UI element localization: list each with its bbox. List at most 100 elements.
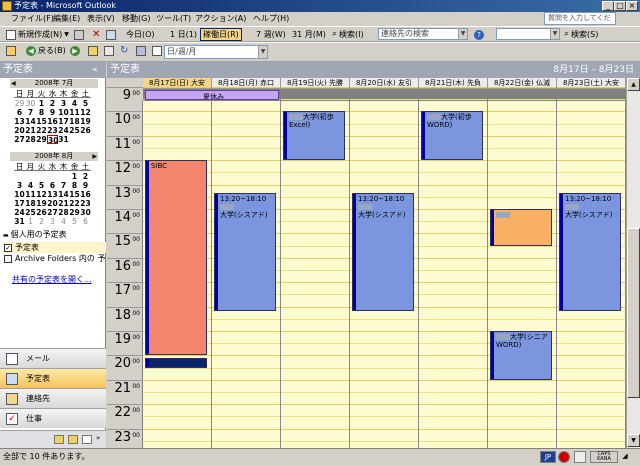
mini-calendar-day[interactable]: 25: [25, 208, 36, 217]
event-thursday[interactable]: 大学(初歩WORD): [421, 111, 483, 161]
mini-calendar-day[interactable]: 9: [47, 108, 58, 117]
mini-calendar-day[interactable]: 26: [80, 126, 91, 135]
mini-calendar-day[interactable]: 5: [36, 181, 47, 190]
back-button[interactable]: ◀ 戻る(B): [24, 44, 68, 57]
menu-help[interactable]: ヘルプ(H): [250, 13, 292, 25]
mini-calendar-day[interactable]: 23: [80, 199, 91, 208]
scroll-down-icon[interactable]: ▼: [627, 434, 640, 447]
minimize-button[interactable]: _: [602, 1, 614, 11]
mini-calendar-day[interactable]: 17: [58, 117, 69, 126]
mini-calendar-day[interactable]: 27: [14, 135, 25, 144]
menu-tools[interactable]: ツール(T): [153, 13, 194, 25]
mini-calendar-day[interactable]: 6: [14, 108, 25, 117]
mini-calendar-day[interactable]: 3: [47, 217, 58, 226]
mini-calendar-day[interactable]: 20: [47, 199, 58, 208]
nav-contacts-button[interactable]: 連絡先: [0, 388, 106, 408]
mini-calendar-day[interactable]: 1: [25, 217, 36, 226]
mini-calendar-day[interactable]: 9: [80, 181, 91, 190]
today-button[interactable]: 今日(O): [124, 28, 157, 41]
nav-calendar-button[interactable]: 予定表: [0, 368, 106, 388]
ime-indicator[interactable]: JP: [540, 451, 556, 463]
mini-calendar-day[interactable]: 21: [58, 199, 69, 208]
next-month-icon[interactable]: ▶: [92, 152, 97, 161]
event-wednesday[interactable]: 13:20~18:10 大学(シスアド): [352, 192, 414, 311]
mini-calendar-day[interactable]: 7: [58, 181, 69, 190]
mini-calendar-day[interactable]: 11: [25, 190, 36, 199]
mini-calendar-day[interactable]: [14, 172, 25, 181]
mini-calendar-day[interactable]: 29: [36, 135, 47, 144]
mini-calendar-day[interactable]: 8: [36, 108, 47, 117]
mini-calendar-day[interactable]: 10: [14, 190, 25, 199]
open-shared-calendar-link[interactable]: 共有の予定表を開く...: [12, 274, 92, 285]
event-friday-orange[interactable]: [490, 209, 552, 246]
forward-button[interactable]: ▶: [68, 44, 82, 57]
scroll-thumb[interactable]: [627, 228, 640, 398]
scroll-up-icon[interactable]: ▲: [627, 78, 640, 91]
nav-tasks-button[interactable]: ✓ 仕事: [0, 408, 106, 428]
mini-calendar-day[interactable]: 15: [69, 190, 80, 199]
search-button[interactable]: ⌕ 検索(S): [562, 28, 600, 41]
address-icon-button[interactable]: [150, 44, 164, 57]
ime-pad-icon[interactable]: [574, 451, 586, 463]
mini-calendar-day[interactable]: [47, 172, 58, 181]
mini-calendar-day[interactable]: [36, 172, 47, 181]
help-button[interactable]: ?: [472, 28, 486, 41]
find-button[interactable]: ⌕ 検索(I): [330, 28, 366, 41]
mini-calendar-day[interactable]: 5: [69, 217, 80, 226]
mini-calendar-day[interactable]: 4: [58, 217, 69, 226]
mini-calendar-day[interactable]: 27: [47, 208, 58, 217]
mini-calendar-day[interactable]: [80, 135, 91, 144]
stop-button[interactable]: [102, 44, 116, 57]
menu-go[interactable]: 移動(G): [119, 13, 153, 25]
my-calendars-header[interactable]: ▬ 個人用の予定表: [3, 229, 103, 240]
mini-calendar-day[interactable]: 2: [80, 172, 91, 181]
mini-calendar-day[interactable]: 29: [69, 208, 80, 217]
search-box[interactable]: ▼: [496, 28, 560, 40]
shortcuts-icon[interactable]: [82, 435, 92, 444]
mini-calendar-day[interactable]: [58, 172, 69, 181]
mini-calendar-day[interactable]: 4: [25, 181, 36, 190]
month-view-button[interactable]: 31 月(M): [290, 28, 328, 41]
folder-list-icon[interactable]: [68, 435, 78, 444]
mini-calendar-day[interactable]: 24: [58, 126, 69, 135]
mini-calendar-day[interactable]: 8: [69, 181, 80, 190]
mini-calendar-day[interactable]: 12: [80, 108, 91, 117]
checkbox-unchecked[interactable]: [4, 254, 12, 263]
mini-calendar-day[interactable]: 23: [47, 126, 58, 135]
all-day-event[interactable]: 夏休み: [145, 90, 279, 100]
home-button[interactable]: [134, 44, 148, 57]
mini-calendar-day[interactable]: 21: [25, 126, 36, 135]
print-button[interactable]: [72, 28, 86, 41]
mini-calendar-day[interactable]: 30: [80, 208, 91, 217]
mini-calendar-day[interactable]: 14: [25, 117, 36, 126]
mini-calendar-day[interactable]: 22: [36, 126, 47, 135]
view-select[interactable]: 日/週/月 ▼: [164, 45, 268, 59]
mini-calendar-day[interactable]: 3: [14, 181, 25, 190]
mini-calendar-day[interactable]: 13: [47, 190, 58, 199]
mini-calendar-day[interactable]: 2: [36, 217, 47, 226]
event-block[interactable]: [145, 357, 207, 368]
prev-month-icon[interactable]: ◀: [11, 79, 16, 88]
mini-calendar-day[interactable]: 28: [58, 208, 69, 217]
mini-calendar-day[interactable]: 29: [14, 99, 25, 108]
mini-calendar-day[interactable]: 20: [14, 126, 25, 135]
mini-calendar-day[interactable]: 18: [69, 117, 80, 126]
ime-mode-icon[interactable]: [558, 451, 570, 463]
mini-calendar-day[interactable]: 3: [58, 99, 69, 108]
configure-buttons-icon[interactable]: »: [96, 434, 100, 442]
mini-calendar-day[interactable]: 26: [36, 208, 47, 217]
mini-calendar-day[interactable]: 7: [25, 108, 36, 117]
mini-calendar-day[interactable]: 18: [25, 199, 36, 208]
workweek-view-button[interactable]: 稼働日(R): [200, 28, 242, 41]
nav-mail-button[interactable]: メール: [0, 348, 106, 368]
help-search-input[interactable]: 質問を入力してください: [544, 12, 616, 33]
mini-calendar-day[interactable]: 28: [25, 135, 36, 144]
calendar-item-archive[interactable]: Archive Folders 内の 予定表: [4, 253, 106, 264]
mini-calendar-day[interactable]: 10: [58, 108, 69, 117]
menu-actions[interactable]: アクション(A): [192, 13, 249, 25]
vertical-scrollbar[interactable]: ▲ ▼: [626, 78, 640, 448]
mini-calendar-day[interactable]: 1: [69, 172, 80, 181]
mini-calendar-day[interactable]: 31: [58, 135, 69, 144]
day-column[interactable]: [488, 87, 557, 448]
mini-calendar-day[interactable]: 6: [80, 217, 91, 226]
